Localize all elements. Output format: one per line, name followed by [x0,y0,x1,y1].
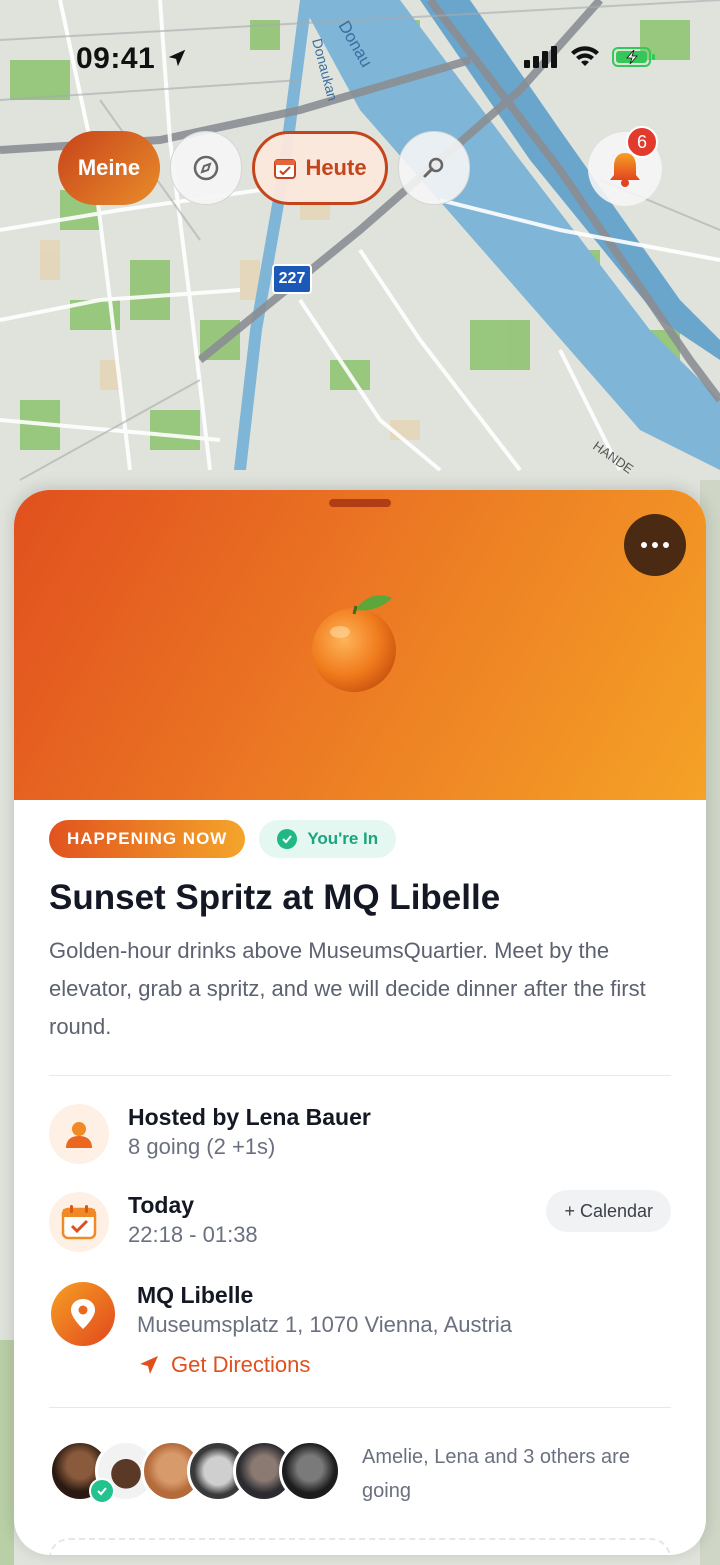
route-number: 227 [278,270,306,287]
meine-filter-button[interactable]: Meine [58,131,160,205]
event-content: HAPPENING NOW You're In Sunset Spritz at… [49,820,671,1046]
more-dot-icon [652,542,658,548]
tangerine-icon [312,595,396,692]
attendee-checked-icon [89,1478,115,1504]
notifications-button[interactable]: 6 [588,126,662,206]
search-icon [423,157,444,178]
map-pin-icon [71,1299,95,1329]
date-icon-circle [49,1192,109,1252]
time-text: 09:41 [76,42,156,75]
notification-count-badge: 6 [626,126,658,158]
route-shield: 227 [272,264,312,294]
location-arrow-icon [168,49,186,67]
happening-now-text: HAPPENING NOW [67,829,228,848]
event-description: Golden-hour drinks above MuseumsQuartier… [49,938,646,1039]
attendees-row[interactable]: Amelie, Lena and 3 others are going [49,1440,671,1510]
check-circle-icon [277,829,298,849]
event-hero [14,490,706,800]
section-divider [49,1075,671,1076]
footer-card-edge [49,1538,671,1555]
event-detail-sheet: HAPPENING NOW You're In Sunset Spritz at… [14,490,706,1555]
attendee-count: 8 going (2 +1s) [128,1134,276,1159]
location-row: MQ Libelle Museumsplatz 1, 1070 Vienna, … [49,1280,671,1380]
going-summary: Amelie, Lena and 3 others are going [362,1446,630,1502]
event-date: Today [128,1192,195,1218]
person-icon [66,1122,92,1148]
rsvp-status-badge: You're In [259,820,397,858]
event-time-range: 22:18 - 01:38 [128,1222,258,1247]
battery-charging-icon [612,47,655,67]
get-directions-label: Get Directions [171,1352,311,1377]
sheet-drag-handle[interactable] [329,499,391,507]
cellular-signal-icon [524,46,557,68]
add-to-calendar-label: + Calendar [564,1200,653,1221]
host-name: Hosted by Lena Bauer [128,1104,371,1130]
wifi-icon [571,46,599,66]
date-row: Today 22:18 - 01:38 + Calendar [49,1190,671,1254]
location-pin-circle [51,1282,115,1346]
status-time: 09:41 [76,42,188,76]
more-dot-icon [663,542,669,548]
calendar-icon [274,159,297,179]
host-avatar [49,1104,109,1164]
filter-bar: Meine Heute [58,130,470,206]
happening-now-badge: HAPPENING NOW [49,820,246,858]
rsvp-status-text: You're In [307,829,379,848]
venue-address: Museumsplatz 1, 1070 Vienna, Austria [137,1312,513,1337]
heute-filter-button[interactable]: Heute [252,131,388,205]
search-button[interactable] [398,131,470,205]
status-icons [524,46,656,68]
status-bar: 09:41 [0,38,720,82]
venue-name: MQ Libelle [137,1282,254,1308]
meine-label: Meine [77,155,141,180]
heute-label: Heute [305,155,367,180]
add-to-calendar-button[interactable]: + Calendar [546,1190,671,1232]
navigation-arrow-icon [140,1356,158,1374]
notification-count: 6 [636,131,647,152]
compass-icon [193,155,219,181]
more-options-button[interactable] [624,514,686,576]
get-directions-link[interactable]: Get Directions [137,1352,310,1378]
more-dot-icon [641,542,647,548]
event-tags: HAPPENING NOW You're In [49,820,671,858]
event-title: Sunset Spritz at MQ Libelle [49,878,501,917]
calendar-icon [61,1205,97,1240]
explore-button[interactable] [170,131,242,205]
attendee-avatars [49,1440,341,1506]
host-row[interactable]: Hosted by Lena Bauer 8 going (2 +1s) [49,1102,671,1166]
section-divider [49,1407,671,1408]
attendee-avatar [279,1440,341,1502]
